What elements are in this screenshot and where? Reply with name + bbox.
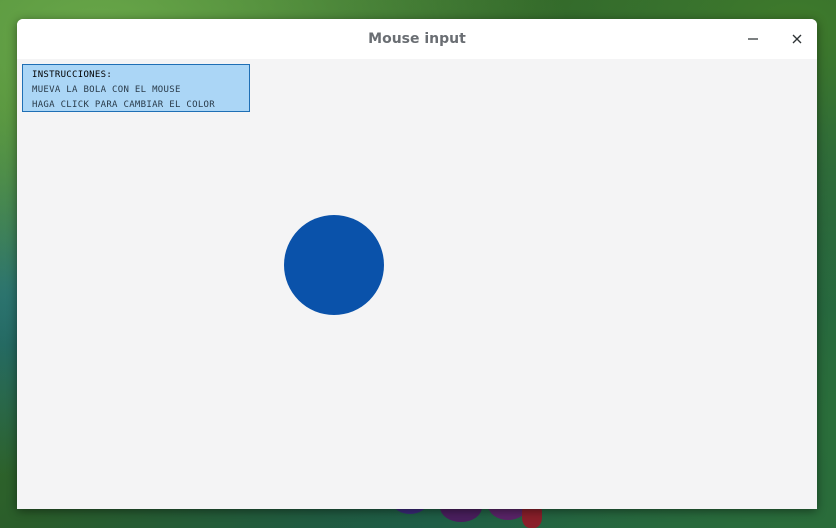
- minimize-button[interactable]: [741, 27, 765, 51]
- window-titlebar[interactable]: Mouse input: [17, 19, 817, 60]
- game-canvas[interactable]: INSTRUCCIONES: MUEVA LA BOLA CON EL MOUS…: [17, 59, 817, 509]
- window-title: Mouse input: [368, 31, 466, 47]
- instructions-heading: INSTRUCCIONES:: [32, 70, 113, 80]
- close-button[interactable]: [785, 27, 809, 51]
- app-window: Mouse input INSTRUCCIONES: MUEVA LA BOLA…: [17, 19, 817, 509]
- instructions-line-click: HAGA CLICK PARA CAMBIAR EL COLOR: [32, 100, 215, 110]
- ball[interactable]: [284, 215, 384, 315]
- minimize-icon: [748, 38, 758, 40]
- close-icon: [792, 34, 802, 44]
- instructions-line-move: MUEVA LA BOLA CON EL MOUSE: [32, 85, 181, 95]
- instructions-panel: INSTRUCCIONES: MUEVA LA BOLA CON EL MOUS…: [22, 64, 250, 112]
